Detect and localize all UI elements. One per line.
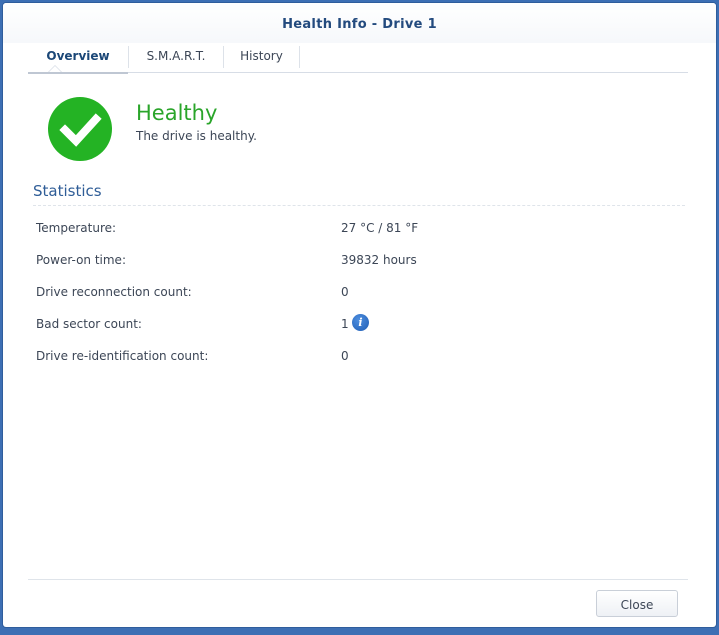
- stat-row-power-on-time: Power-on time: 39832 hours: [36, 253, 676, 273]
- window-title: Health Info - Drive 1: [282, 17, 437, 32]
- stat-value: 39832 hours: [341, 253, 417, 267]
- active-tab-pointer: [48, 65, 62, 72]
- stat-row-temperature: Temperature: 27 °C / 81 °F: [36, 221, 676, 241]
- footer-divider: [28, 579, 688, 580]
- tab-smart[interactable]: S.M.A.R.T.: [129, 40, 223, 72]
- stat-row-bad-sector-count: Bad sector count: 1 i: [36, 314, 676, 337]
- status-description: The drive is healthy.: [136, 129, 257, 143]
- health-info-dialog: Health Info - Drive 1 Overview S.M.A.R.T…: [3, 3, 716, 627]
- stat-value: 1: [341, 317, 349, 331]
- check-circle-icon: [48, 97, 112, 161]
- stat-row-reconnection-count: Drive reconnection count: 0: [36, 285, 676, 305]
- info-icon[interactable]: i: [352, 314, 369, 331]
- stat-value: 0: [341, 285, 349, 299]
- statistics-heading: Statistics: [33, 182, 102, 200]
- stat-row-re-identification-count: Drive re-identification count: 0: [36, 349, 676, 369]
- tab-history[interactable]: History: [224, 40, 299, 72]
- stat-label: Temperature:: [36, 221, 117, 235]
- stat-value: 0: [341, 349, 349, 363]
- stat-label: Power-on time:: [36, 253, 126, 267]
- tab-divider: [299, 46, 300, 68]
- close-button[interactable]: Close: [596, 590, 678, 617]
- stat-label: Drive re-identification count:: [36, 349, 209, 363]
- tab-bar: Overview S.M.A.R.T. History: [28, 40, 688, 74]
- stat-label: Drive reconnection count:: [36, 285, 192, 299]
- title-bar[interactable]: Health Info - Drive 1: [3, 3, 716, 43]
- section-divider: [33, 205, 685, 206]
- status-title: Healthy: [136, 101, 218, 125]
- stat-label: Bad sector count:: [36, 317, 142, 331]
- tab-overview[interactable]: Overview: [28, 40, 128, 74]
- stat-value: 27 °C / 81 °F: [341, 221, 419, 235]
